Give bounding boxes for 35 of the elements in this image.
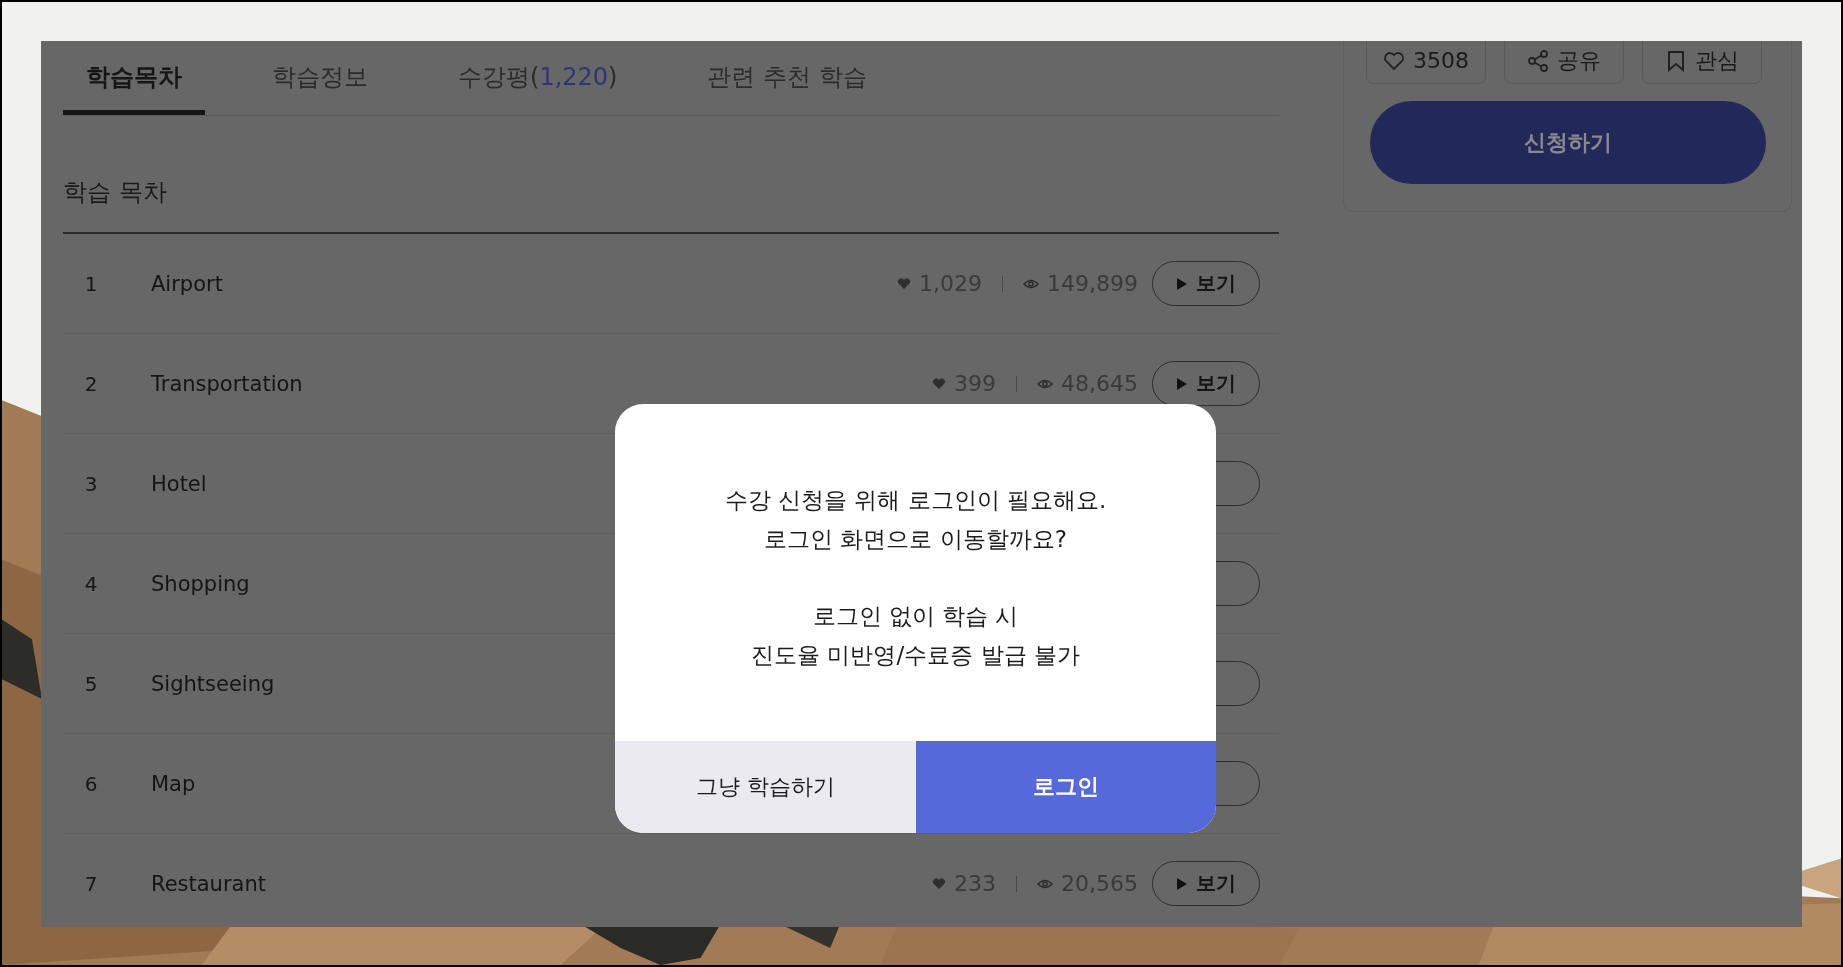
lesson-number: 1 <box>83 271 99 296</box>
section-title: 학습 목차 <box>63 116 1279 234</box>
continue-button[interactable]: 그냥 학습하기 <box>615 741 916 833</box>
share-icon <box>1527 49 1549 72</box>
login-button[interactable]: 로그인 <box>915 741 1216 833</box>
lesson-title[interactable]: Transportation <box>151 371 932 396</box>
lesson-number: 6 <box>83 771 99 796</box>
eye-icon <box>1037 377 1053 390</box>
lesson-number: 3 <box>83 471 99 496</box>
heart-icon <box>932 877 946 890</box>
play-icon <box>1176 276 1188 291</box>
lesson-number: 2 <box>83 371 99 396</box>
action-button[interactable]: 공유 <box>1504 41 1624 84</box>
action-button[interactable]: 3508 <box>1366 41 1486 84</box>
lesson-number: 4 <box>83 571 99 596</box>
lesson-title[interactable]: Restaurant <box>151 871 932 896</box>
play-icon <box>1176 376 1188 391</box>
lesson-number: 7 <box>83 871 99 896</box>
dialog-message: 로그인 없이 학습 시 진도율 미반영/수료증 발급 불가 <box>751 601 1080 670</box>
heart-icon <box>897 277 912 290</box>
tab[interactable]: 학습정보 <box>249 41 391 115</box>
bookmark-icon <box>1665 49 1687 72</box>
lesson-title[interactable]: Airport <box>151 271 898 296</box>
tab[interactable]: 학습목차 <box>63 41 205 115</box>
dialog-message: 수강 신청을 위해 로그인이 필요해요. 로그인 화면으로 이동할까요? <box>724 485 1107 554</box>
tab[interactable]: 수강평(1,220) <box>435 41 641 115</box>
eye-icon <box>1037 877 1053 890</box>
apply-button[interactable]: 신청하기 <box>1370 101 1766 184</box>
heart-icon <box>932 377 946 390</box>
lesson-number: 5 <box>83 671 99 696</box>
tab[interactable]: 관련 추천 학습 <box>684 41 890 115</box>
play-icon <box>1176 876 1188 891</box>
action-button[interactable]: 관심 <box>1642 41 1762 84</box>
heart-outline-icon <box>1383 49 1405 72</box>
eye-icon <box>1023 277 1039 290</box>
